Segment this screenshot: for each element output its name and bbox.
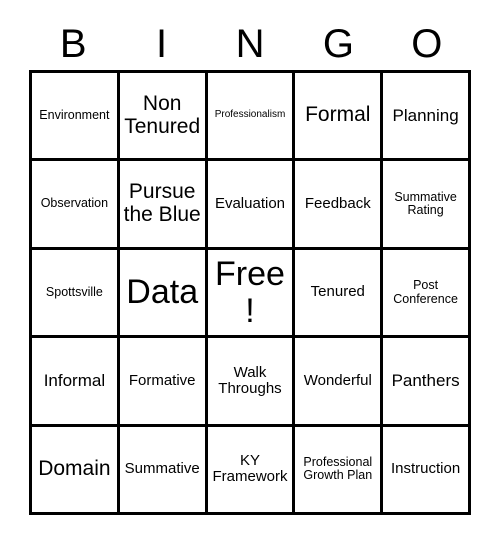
bingo-cell-label: Domain — [38, 456, 111, 480]
bingo-cell[interactable]: Walk Throughs — [207, 338, 296, 427]
bingo-cell-label: Formative — [128, 371, 196, 389]
bingo-cell[interactable]: Wonderful — [295, 338, 384, 427]
bingo-cell[interactable]: Domain — [32, 426, 120, 516]
bingo-grid: Environment Non Tenured Professionalism … — [29, 70, 471, 516]
bingo-cell[interactable]: Professionalism — [207, 73, 296, 162]
bingo-cell[interactable]: Post Conference — [383, 249, 471, 339]
bingo-cell[interactable]: Pursue the Blue — [119, 161, 208, 250]
bingo-header-row: B I N G O — [29, 18, 471, 70]
bingo-cell[interactable]: KY Framework — [207, 426, 296, 516]
bingo-row: Domain Summative KY Framework Profession… — [32, 426, 471, 516]
bingo-cell-label: Evaluation — [214, 195, 286, 213]
bingo-cell[interactable]: Formal — [295, 73, 384, 162]
bingo-cell-label: Planning — [392, 105, 459, 125]
bingo-cell-label: Summative — [124, 460, 200, 478]
bingo-cell-label: Summative Rating — [394, 189, 457, 218]
bingo-cell-label: KY Framework — [212, 452, 288, 486]
bingo-cell-label: Formal — [305, 103, 371, 127]
bingo-cell[interactable]: Non Tenured — [119, 73, 208, 162]
bingo-row: Spottsville Data Free! Tenured Post Conf… — [32, 249, 471, 339]
bingo-cell[interactable]: Formative — [119, 338, 208, 427]
bingo-cell-label: Professional Growth Plan — [303, 454, 373, 483]
bingo-cell-label: Feedback — [304, 195, 371, 213]
bingo-header-letter-o: O — [411, 22, 443, 66]
bingo-cell-label: Pursue the Blue — [123, 180, 201, 227]
bingo-header-letter-b: B — [59, 22, 87, 66]
bingo-cell[interactable]: Summative — [119, 426, 208, 516]
bingo-cell-label: Informal — [43, 370, 106, 390]
bingo-cell[interactable]: Informal — [32, 338, 120, 427]
bingo-cell[interactable]: Data — [119, 249, 208, 339]
bingo-cell-label: Non Tenured — [124, 92, 201, 138]
bingo-cell[interactable]: Panthers — [383, 338, 471, 427]
bingo-cell[interactable]: Feedback — [295, 161, 384, 250]
bingo-cell[interactable]: Spottsville — [32, 249, 120, 339]
bingo-card: B I N G O Environment Non Tenured Profes… — [0, 0, 501, 544]
bingo-row: Environment Non Tenured Professionalism … — [32, 73, 471, 162]
bingo-free-cell-label: Free! — [215, 254, 285, 330]
bingo-cell-label: Environment — [39, 107, 110, 122]
bingo-cell-label: Instruction — [390, 460, 461, 478]
bingo-free-cell[interactable]: Free! — [207, 249, 296, 339]
bingo-cell-label: Tenured — [310, 283, 365, 301]
bingo-row: Observation Pursue the Blue Evaluation F… — [32, 161, 471, 250]
bingo-cell-label: Post Conference — [393, 278, 458, 306]
bingo-cell[interactable]: Planning — [383, 73, 471, 162]
bingo-header-letter-n: N — [235, 22, 265, 66]
bingo-cell[interactable]: Environment — [32, 73, 120, 162]
bingo-cell-label: Data — [126, 273, 199, 312]
bingo-cell[interactable]: Summative Rating — [383, 161, 471, 250]
bingo-cell[interactable]: Evaluation — [207, 161, 296, 250]
bingo-cell[interactable]: Instruction — [383, 426, 471, 516]
bingo-cell[interactable]: Observation — [32, 161, 120, 250]
bingo-cell-label: Professionalism — [214, 109, 286, 121]
bingo-cell[interactable]: Professional Growth Plan — [295, 426, 384, 516]
bingo-cell-label: Walk Throughs — [218, 363, 282, 397]
bingo-cell-label: Observation — [40, 196, 109, 211]
bingo-cell-label: Spottsville — [45, 284, 103, 299]
bingo-cell[interactable]: Tenured — [295, 249, 384, 339]
bingo-row: Informal Formative Walk Throughs Wonderf… — [32, 338, 471, 427]
bingo-cell-label: Wonderful — [303, 371, 372, 389]
bingo-header-letter-g: G — [322, 22, 354, 66]
bingo-cell-label: Panthers — [391, 370, 460, 390]
bingo-header-letter-i: I — [156, 22, 168, 66]
